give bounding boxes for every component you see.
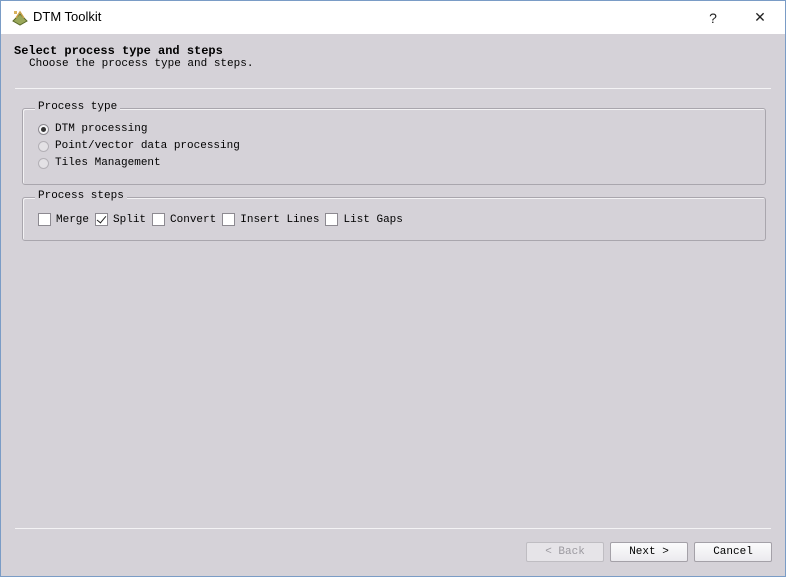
process-steps-group: Process steps Merge Split Convert Insert… bbox=[22, 190, 766, 241]
radio-button[interactable] bbox=[38, 140, 49, 152]
radio-label: DTM processing bbox=[55, 123, 148, 135]
split-checkbox[interactable] bbox=[95, 213, 109, 226]
merge-label: Merge bbox=[56, 213, 90, 226]
process-steps-row: Merge Split Convert Insert Lines List Ga… bbox=[38, 213, 409, 226]
merge-checkbox[interactable] bbox=[38, 213, 51, 226]
page-title: Select process type and steps bbox=[14, 44, 223, 58]
page-subtitle: Choose the process type and steps. bbox=[29, 58, 254, 70]
back-button[interactable]: < Back bbox=[526, 542, 604, 562]
list-gaps-label: List Gaps bbox=[343, 213, 403, 226]
close-button[interactable]: ✕ bbox=[738, 1, 782, 34]
split-label: Split bbox=[113, 213, 147, 226]
radio-label: Tiles Management bbox=[55, 157, 161, 169]
cancel-button[interactable]: Cancel bbox=[694, 542, 772, 562]
process-type-legend: Process type bbox=[35, 101, 121, 113]
title-bar: DTM Toolkit ? ✕ bbox=[1, 1, 785, 34]
radio-button[interactable] bbox=[38, 157, 49, 169]
convert-checkbox[interactable] bbox=[152, 213, 166, 226]
radio-button-checked[interactable] bbox=[38, 123, 49, 135]
insert-lines-label: Insert Lines bbox=[240, 213, 320, 226]
help-button[interactable]: ? bbox=[691, 1, 735, 34]
radio-tiles-management[interactable]: Tiles Management bbox=[38, 157, 161, 169]
process-steps-legend: Process steps bbox=[35, 190, 127, 202]
footer-divider bbox=[15, 528, 771, 529]
app-icon bbox=[12, 10, 28, 26]
wizard-content: Select process type and steps Choose the… bbox=[1, 34, 785, 576]
radio-dtm-processing[interactable]: DTM processing bbox=[38, 123, 147, 135]
insert-lines-checkbox[interactable] bbox=[222, 213, 236, 226]
next-button[interactable]: Next > bbox=[610, 542, 688, 562]
radio-label: Point/vector data processing bbox=[55, 140, 240, 152]
radio-point-vector-processing[interactable]: Point/vector data processing bbox=[38, 140, 240, 152]
window-title: DTM Toolkit bbox=[33, 9, 102, 24]
header-divider bbox=[15, 88, 771, 89]
dtm-toolkit-window: DTM Toolkit ? ✕ Select process type and … bbox=[0, 0, 786, 577]
list-gaps-checkbox[interactable] bbox=[325, 213, 339, 226]
convert-label: Convert bbox=[170, 213, 217, 226]
process-type-group: Process type DTM processing Point/vector… bbox=[22, 101, 766, 185]
